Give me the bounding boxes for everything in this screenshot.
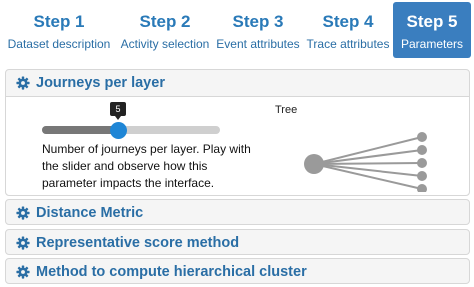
gear-icon [16, 265, 30, 279]
journeys-per-layer-panel: Journeys per layer 5 Number of journeys … [5, 69, 470, 196]
gear-icon [16, 236, 30, 250]
gear-icon [16, 76, 30, 90]
step-3-number: Step 3 [232, 12, 284, 31]
tree-root-node [304, 154, 324, 174]
tree-edge [313, 162, 423, 165]
tree-edge [313, 163, 423, 190]
step-5-number: Step 5 [406, 12, 458, 31]
tree-leaf-node [417, 171, 427, 181]
step-5-label: Parameters [400, 37, 464, 51]
gear-icon [16, 206, 30, 220]
step-4-label: Trace attributes [306, 37, 390, 51]
step-2-label: Activity selection [120, 37, 210, 51]
distance-metric-header[interactable]: Distance Metric [6, 200, 469, 226]
journeys-description: Number of journeys per layer. Play with … [42, 142, 251, 190]
hierarchical-cluster-title: Method to compute hierarchical cluster [36, 264, 307, 280]
slider-value-tooltip: 5 [110, 102, 126, 120]
journeys-per-layer-header[interactable]: Journeys per layer [6, 70, 469, 96]
step-1-tab[interactable]: Step 1 Dataset description [0, 2, 118, 58]
step-5-tab[interactable]: Step 5 Parameters [393, 2, 471, 58]
journeys-per-layer-title: Journeys per layer [36, 75, 165, 91]
tree-leaf-node [417, 158, 427, 168]
tree-leaf-node [417, 145, 427, 155]
journeys-per-layer-body: 5 Number of journeys per layer. Play wit… [6, 96, 469, 195]
step-2-number: Step 2 [139, 12, 191, 31]
tree-edge [313, 149, 423, 165]
tree-preview [304, 132, 427, 192]
representative-score-panel: Representative score method [5, 229, 470, 255]
hierarchical-cluster-header[interactable]: Method to compute hierarchical cluster [6, 259, 469, 285]
distance-metric-panel: Distance Metric [5, 199, 470, 225]
tree-edge [313, 163, 423, 177]
step-2-tab[interactable]: Step 2 Activity selection [118, 2, 212, 58]
representative-score-title: Representative score method [36, 235, 240, 251]
step-3-tab[interactable]: Step 3 Event attributes [212, 2, 304, 58]
step-1-label: Dataset description [7, 37, 111, 51]
tree-preview-label: Tree [275, 104, 298, 116]
step-3-label: Event attributes [216, 37, 300, 51]
tree-leaf-node [417, 132, 427, 142]
journeys-slider-handle[interactable] [110, 122, 127, 139]
wizard-steps: Step 1 Dataset description Step 2 Activi… [0, 2, 474, 58]
distance-metric-title: Distance Metric [36, 205, 144, 221]
step-4-number: Step 4 [322, 12, 374, 31]
tree-edge [313, 136, 423, 165]
step-4-tab[interactable]: Step 4 Trace attributes [304, 2, 392, 58]
journeys-slider-track[interactable] [42, 126, 220, 134]
hierarchical-cluster-panel: Method to compute hierarchical cluster [5, 258, 470, 284]
representative-score-header[interactable]: Representative score method [6, 230, 469, 256]
tree-leaf-node [417, 184, 427, 192]
journeys-slider-fill [42, 126, 119, 134]
step-1-number: Step 1 [33, 12, 85, 31]
